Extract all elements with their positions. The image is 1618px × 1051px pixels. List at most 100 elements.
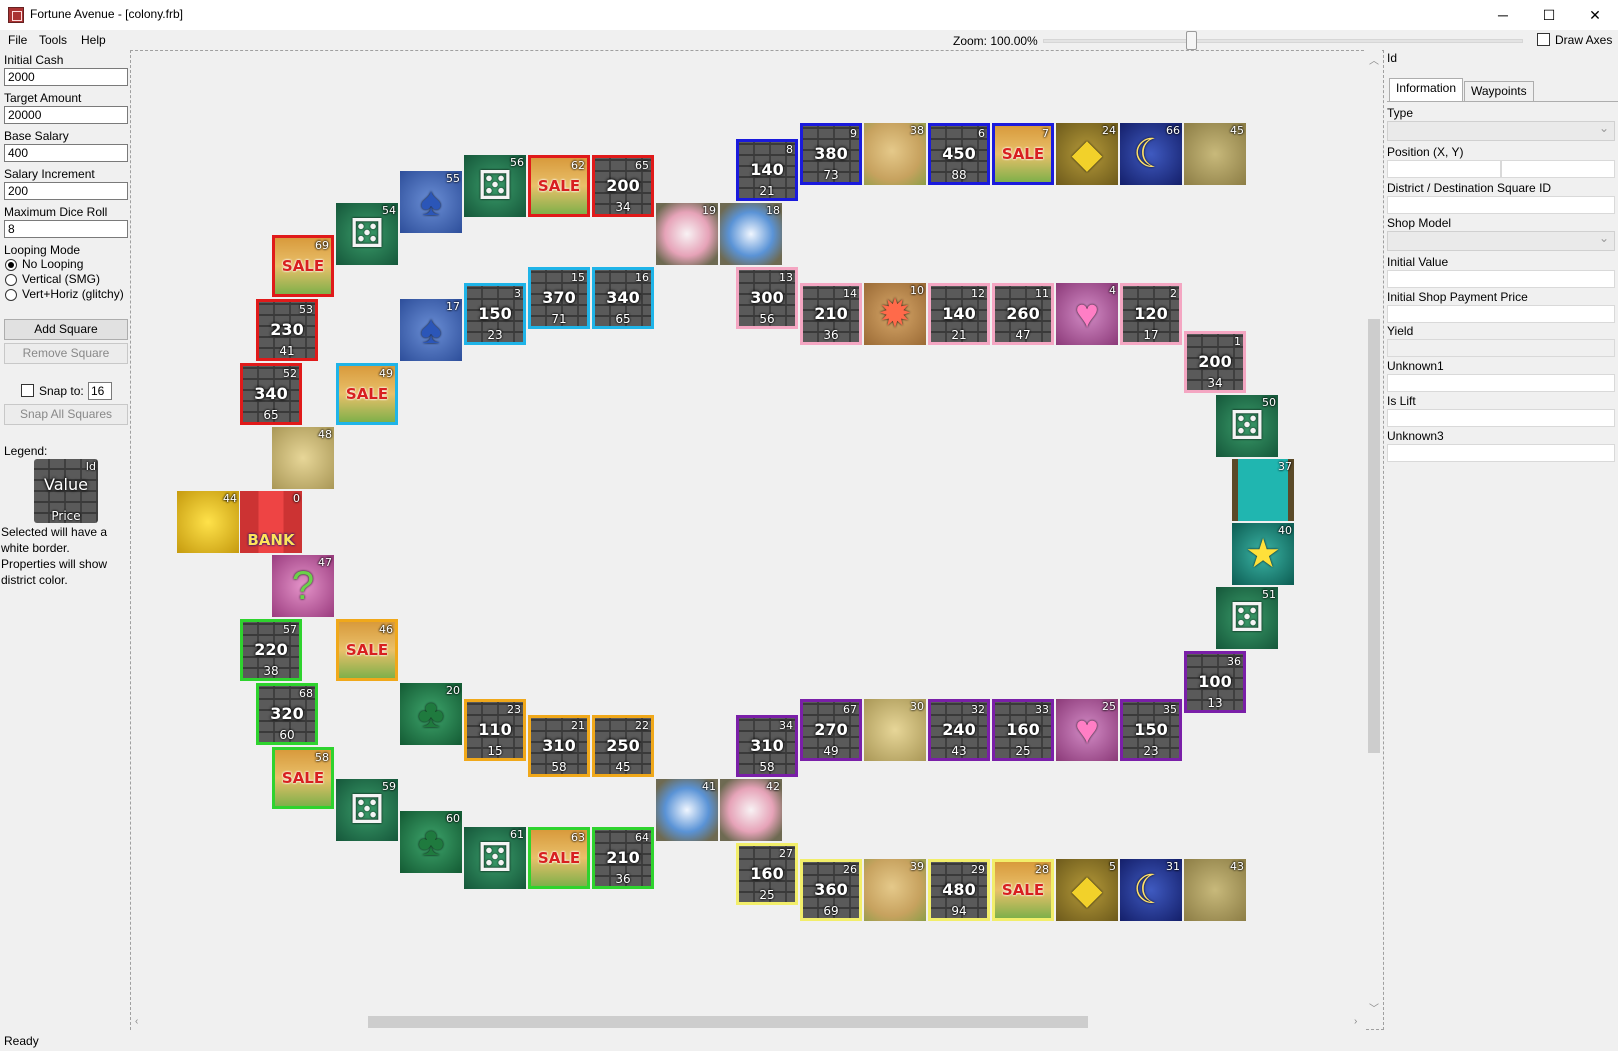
maximize-button[interactable]: ☐ bbox=[1526, 0, 1572, 30]
board-square-50[interactable]: 50 ⚄ bbox=[1216, 395, 1278, 457]
board-square-55[interactable]: 55 ♠ bbox=[400, 171, 462, 233]
radio-vert-horiz[interactable] bbox=[5, 289, 17, 301]
board-square-44[interactable]: 44 bbox=[177, 491, 239, 553]
board-square-23[interactable]: 23 110 15 bbox=[464, 699, 526, 761]
radio-no-looping[interactable] bbox=[5, 259, 17, 271]
board-square-35[interactable]: 35 150 23 bbox=[1120, 699, 1182, 761]
board-square-18[interactable]: 18 bbox=[720, 203, 782, 265]
board-square-53[interactable]: 53 230 41 bbox=[256, 299, 318, 361]
board-square-51[interactable]: 51 ⚄ bbox=[1216, 587, 1278, 649]
board-square-62[interactable]: 62 SALE bbox=[528, 155, 590, 217]
base-salary-input[interactable]: 400 bbox=[4, 144, 128, 162]
scroll-up-arrow-icon[interactable]: ︿ bbox=[1369, 52, 1379, 67]
board-square-5[interactable]: 5 ◆ bbox=[1056, 859, 1118, 921]
board-square-0[interactable]: 0 BANK bbox=[240, 491, 302, 553]
board-square-45[interactable]: 45 bbox=[1184, 123, 1246, 185]
board-square-56[interactable]: 56 ⚄ bbox=[464, 155, 526, 217]
is-lift-input[interactable] bbox=[1387, 409, 1615, 427]
board-square-61[interactable]: 61 ⚄ bbox=[464, 827, 526, 889]
board-square-27[interactable]: 27 160 25 bbox=[736, 843, 798, 905]
board-square-43[interactable]: 43 bbox=[1184, 859, 1246, 921]
board-square-8[interactable]: 8 140 21 bbox=[736, 139, 798, 201]
board-square-49[interactable]: 49 SALE bbox=[336, 363, 398, 425]
board-square-9[interactable]: 9 380 73 bbox=[800, 123, 862, 185]
board-square-66[interactable]: 66 ☾ bbox=[1120, 123, 1182, 185]
initial-shop-payment-input[interactable] bbox=[1387, 305, 1615, 323]
board-square-46[interactable]: 46 SALE bbox=[336, 619, 398, 681]
board-square-59[interactable]: 59 ⚄ bbox=[336, 779, 398, 841]
minimize-button[interactable]: ─ bbox=[1480, 0, 1526, 30]
scroll-right-arrow-icon[interactable]: › bbox=[1354, 1016, 1357, 1027]
board-square-38[interactable]: 38 bbox=[864, 123, 926, 185]
max-dice-input[interactable]: 8 bbox=[4, 220, 128, 238]
zoom-slider-track[interactable] bbox=[1043, 39, 1523, 43]
board-square-47[interactable]: 47? bbox=[272, 555, 334, 617]
board-square-29[interactable]: 29 480 94 bbox=[928, 859, 990, 921]
board-square-26[interactable]: 26 360 69 bbox=[800, 859, 862, 921]
board-square-11[interactable]: 11 260 47 bbox=[992, 283, 1054, 345]
board-square-28[interactable]: 28 SALE bbox=[992, 859, 1054, 921]
board-square-33[interactable]: 33 160 25 bbox=[992, 699, 1054, 761]
board-square-36[interactable]: 36 100 13 bbox=[1184, 651, 1246, 713]
board-square-20[interactable]: 20 ♣ bbox=[400, 683, 462, 745]
menu-help[interactable]: Help bbox=[81, 33, 106, 47]
radio-vertical[interactable] bbox=[5, 274, 17, 286]
remove-square-button[interactable]: Remove Square bbox=[4, 343, 128, 364]
board-square-48[interactable]: 48 bbox=[272, 427, 334, 489]
menu-file[interactable]: File bbox=[8, 33, 27, 47]
board-square-65[interactable]: 65 200 34 bbox=[592, 155, 654, 217]
unknown3-input[interactable] bbox=[1387, 444, 1615, 462]
board-square-1[interactable]: 1 200 34 bbox=[1184, 331, 1246, 393]
board-square-19[interactable]: 19 bbox=[656, 203, 718, 265]
board-square-16[interactable]: 16 340 65 bbox=[592, 267, 654, 329]
draw-axes-checkbox[interactable] bbox=[1537, 33, 1550, 46]
district-input[interactable] bbox=[1387, 196, 1615, 214]
tab-waypoints[interactable]: Waypoints bbox=[1464, 81, 1534, 102]
board-square-42[interactable]: 42 bbox=[720, 779, 782, 841]
board-square-21[interactable]: 21 310 58 bbox=[528, 715, 590, 777]
board-square-37[interactable]: 37 bbox=[1232, 459, 1294, 521]
board-square-41[interactable]: 41 bbox=[656, 779, 718, 841]
board-square-39[interactable]: 39 bbox=[864, 859, 926, 921]
board-square-30[interactable]: 30 bbox=[864, 699, 926, 761]
board-square-12[interactable]: 12 140 21 bbox=[928, 283, 990, 345]
target-amount-input[interactable]: 20000 bbox=[4, 106, 128, 124]
board-square-22[interactable]: 22 250 45 bbox=[592, 715, 654, 777]
shop-model-dropdown[interactable] bbox=[1387, 231, 1615, 251]
board-square-54[interactable]: 54 ⚄ bbox=[336, 203, 398, 265]
vertical-scrollbar-thumb[interactable] bbox=[1368, 319, 1380, 753]
position-x-input[interactable] bbox=[1387, 160, 1501, 178]
board-square-52[interactable]: 52 340 65 bbox=[240, 363, 302, 425]
close-button[interactable]: ✕ bbox=[1572, 0, 1618, 30]
board-square-57[interactable]: 57 220 38 bbox=[240, 619, 302, 681]
board-square-3[interactable]: 3 150 23 bbox=[464, 283, 526, 345]
board-square-32[interactable]: 32 240 43 bbox=[928, 699, 990, 761]
board-square-60[interactable]: 60 ♣ bbox=[400, 811, 462, 873]
zoom-slider-thumb[interactable] bbox=[1186, 31, 1197, 50]
board-square-15[interactable]: 15 370 71 bbox=[528, 267, 590, 329]
snap-all-squares-button[interactable]: Snap All Squares bbox=[4, 404, 128, 425]
board-square-4[interactable]: 4 ♥ bbox=[1056, 283, 1118, 345]
board-square-24[interactable]: 24 ◆ bbox=[1056, 123, 1118, 185]
board-square-58[interactable]: 58 SALE bbox=[272, 747, 334, 809]
board-square-63[interactable]: 63 SALE bbox=[528, 827, 590, 889]
snap-checkbox[interactable] bbox=[21, 384, 34, 397]
scroll-down-arrow-icon[interactable]: ﹀ bbox=[1369, 1000, 1379, 1015]
add-square-button[interactable]: Add Square bbox=[4, 319, 128, 340]
board-square-2[interactable]: 2 120 17 bbox=[1120, 283, 1182, 345]
board-square-64[interactable]: 64 210 36 bbox=[592, 827, 654, 889]
position-y-input[interactable] bbox=[1501, 160, 1615, 178]
board-square-67[interactable]: 67 270 49 bbox=[800, 699, 862, 761]
initial-value-input[interactable] bbox=[1387, 270, 1615, 288]
board-square-10[interactable]: 10 ✹ bbox=[864, 283, 926, 345]
board-square-69[interactable]: 69 SALE bbox=[272, 235, 334, 297]
scroll-left-arrow-icon[interactable]: ‹ bbox=[135, 1016, 138, 1027]
tab-information[interactable]: Information bbox=[1389, 78, 1464, 101]
board-square-40[interactable]: 40 ★ bbox=[1232, 523, 1294, 585]
board-square-17[interactable]: 17 ♠ bbox=[400, 299, 462, 361]
board-square-13[interactable]: 13 300 56 bbox=[736, 267, 798, 329]
initial-cash-input[interactable]: 2000 bbox=[4, 68, 128, 86]
snap-value-input[interactable]: 16 bbox=[88, 382, 112, 400]
board-square-7[interactable]: 7 SALE bbox=[992, 123, 1054, 185]
menu-tools[interactable]: Tools bbox=[39, 33, 67, 47]
